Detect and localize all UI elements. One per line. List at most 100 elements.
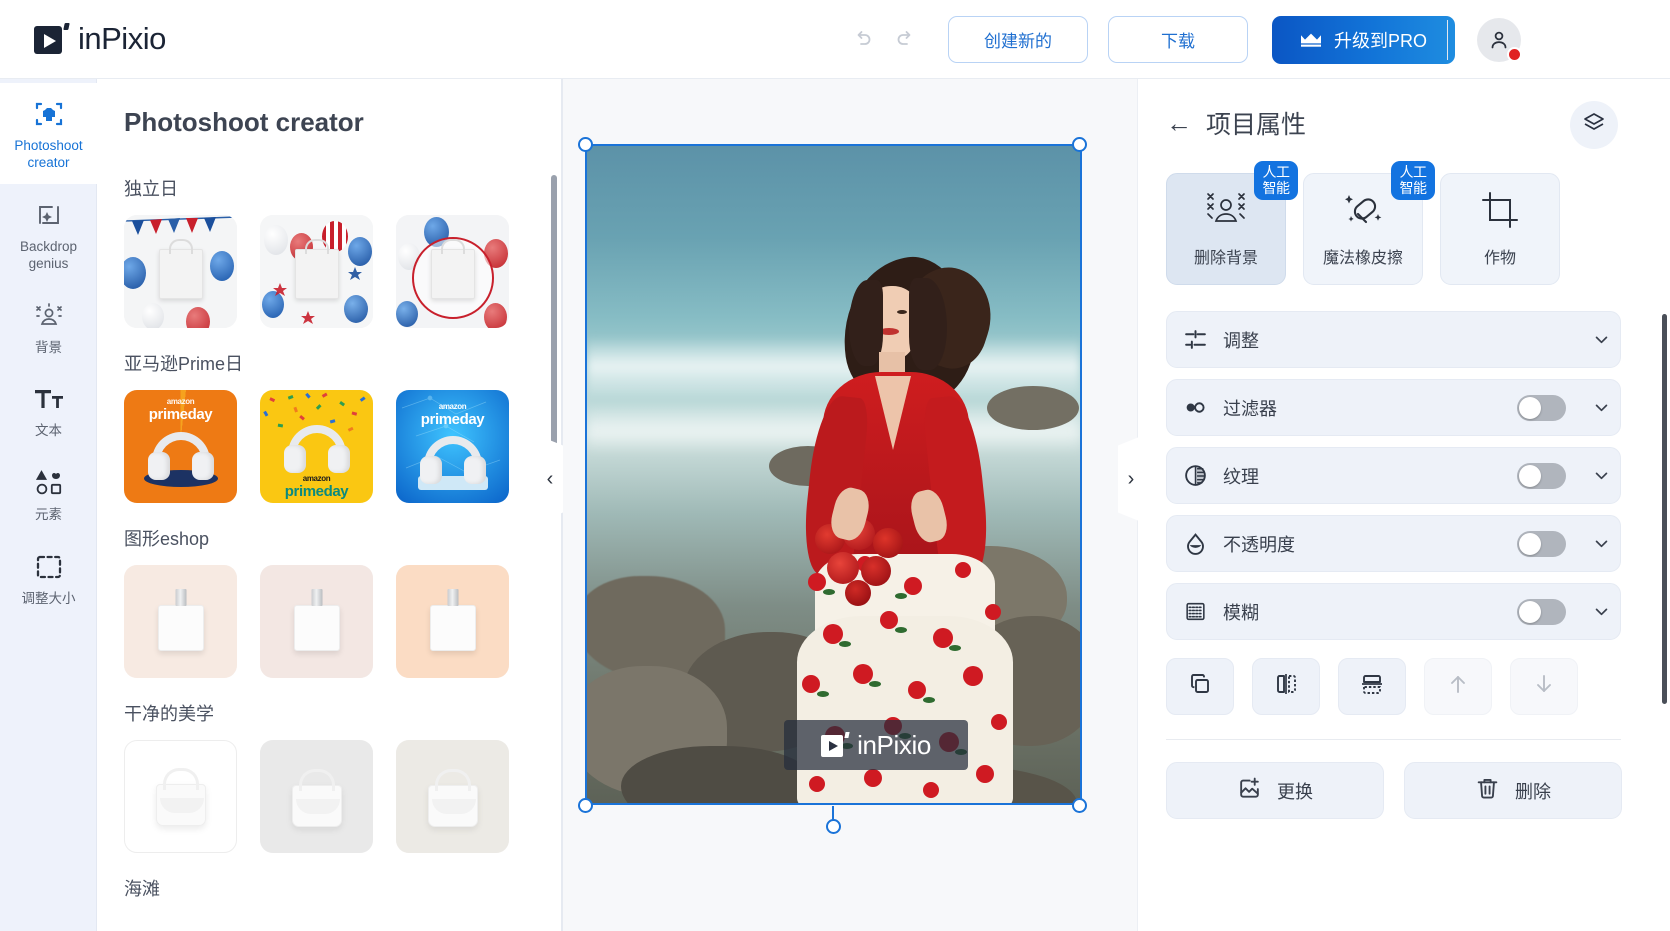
sidebar-item-text[interactable]: 文本 [0,368,97,452]
selection-handle-bottom-right[interactable] [1072,798,1087,813]
undo-icon[interactable] [840,18,884,62]
replace-button[interactable]: 更换 [1166,762,1384,819]
property-row-filter[interactable]: 过滤器 [1166,379,1621,436]
sidebar-item-elements[interactable]: 元素 [0,452,97,536]
template-thumbnail[interactable] [396,565,509,678]
artboard[interactable]: inPixio [585,144,1082,805]
elements-icon [4,466,93,500]
template-group-beach: 海滩 [124,875,563,901]
template-scroll-area[interactable]: 独立日 亚马逊Prime日 amazon primeday amazon pri… [97,153,563,931]
primeday-brand: amazon [302,474,331,483]
panel-scrollbar-thumb[interactable] [551,175,557,465]
template-thumbnail[interactable] [260,215,373,328]
remove-background-tool[interactable]: 删除背景 人工 智能 [1166,161,1298,285]
sidebar-label: 调整大小 [21,591,76,607]
ai-badge-line2: 智能 [1399,180,1428,196]
magic-eraser-tool[interactable]: 魔法橡皮擦 人工 智能 [1303,161,1435,285]
ai-badge-line1: 人工 [1399,164,1428,180]
template-thumbnail[interactable] [124,740,237,853]
chevron-down-icon[interactable] [1582,331,1620,348]
template-thumbnail[interactable]: amazon primeday [260,390,373,503]
flip-vertical-button[interactable] [1338,658,1406,715]
property-label: 模糊 [1223,602,1259,623]
download-button[interactable]: 下载 [1108,16,1248,63]
blur-toggle[interactable] [1517,598,1566,625]
group-title: 亚马逊Prime日 [124,354,244,374]
texture-icon [1167,463,1223,488]
primeday-label: primeday [284,483,349,500]
opacity-icon [1167,531,1223,556]
adjust-sliders-icon [1167,327,1223,352]
account-area [1477,18,1522,62]
sidebar-item-background[interactable]: 背景 [0,285,97,369]
header-actions: 创建新的 下载 升级到PRO [840,0,1456,79]
template-thumbnail[interactable] [260,740,373,853]
tool-label: 作物 [1483,250,1516,267]
group-title: 独立日 [124,179,178,199]
selection-handle-top-right[interactable] [1072,137,1087,152]
property-row-blur[interactable]: 模糊 [1166,583,1621,640]
group-title: 海滩 [124,879,160,899]
sidebar-item-backdrop-genius[interactable]: Backdrop genius [0,184,97,285]
redo-icon[interactable] [884,18,928,62]
layers-icon [1582,111,1606,140]
back-arrow-icon[interactable]: ← [1166,110,1192,136]
texture-toggle[interactable] [1517,462,1566,489]
upgrade-to-pro-button[interactable]: 升级到PRO [1272,15,1456,64]
sidebar-label: 背景 [35,339,62,355]
crown-icon [1300,32,1322,48]
move-up-button[interactable] [1424,658,1492,715]
watermark-text: inPixio [857,729,931,760]
selection-handle-bottom-left[interactable] [578,798,593,813]
thumb-row [124,740,563,853]
chevron-down-icon[interactable] [1582,467,1620,484]
delete-button[interactable]: 删除 [1404,762,1622,819]
property-row-texture[interactable]: 纹理 [1166,447,1621,504]
ai-tools-row: 删除背景 人工 智能 魔法橡皮擦 人工 智能 作物 [1166,161,1670,285]
template-thumbnail[interactable] [396,740,509,853]
template-thumbnail[interactable]: amazon primeday [124,390,237,503]
template-thumbnail[interactable]: amazon primeday [396,390,509,503]
object-actions: 更换 删除 [1166,762,1670,819]
property-row-opacity[interactable]: 不透明度 [1166,515,1621,572]
notification-badge [1507,47,1522,62]
chevron-down-icon[interactable] [1582,399,1620,416]
resize-icon [4,550,93,584]
sidebar-item-photoshoot-creator[interactable]: Photoshoot creator [0,83,97,184]
property-row-adjust[interactable]: 调整 [1166,311,1621,368]
chevron-down-icon[interactable] [1582,603,1620,620]
primeday-brand: amazon [438,402,467,411]
crop-tool[interactable]: 作物 [1440,173,1560,285]
properties-scrollbar-thumb[interactable] [1662,314,1667,704]
sidebar-item-resize[interactable]: 调整大小 [0,536,97,620]
sidebar-label: Photoshoot creator [14,138,83,170]
template-thumbnail[interactable] [396,215,509,328]
selection-handle-top-left[interactable] [578,137,593,152]
opacity-toggle[interactable] [1517,530,1566,557]
background-icon [4,299,93,333]
sidebar-label: 元素 [35,507,62,523]
brand-logo[interactable]: inPixio [34,21,166,57]
layers-button[interactable] [1570,101,1618,149]
collapse-right-panel-button[interactable]: › [1118,435,1144,523]
chevron-right-icon: › [1127,467,1135,490]
filter-icon [1167,395,1223,420]
template-thumbnail[interactable] [124,215,237,328]
text-icon [4,382,93,416]
app-header: inPixio 创建新的 下载 升级到PRO [0,0,1670,79]
collapse-left-panel-button[interactable]: ‹ [537,435,563,523]
chevron-down-icon[interactable] [1582,535,1620,552]
move-down-button[interactable] [1510,658,1578,715]
template-thumbnail[interactable] [260,565,373,678]
left-tool-rail: Photoshoot creator Backdrop genius 背景 文本… [0,79,97,931]
template-thumbnail[interactable] [124,565,237,678]
tool-label: 删除背景 [1193,250,1258,267]
flip-vertical-icon [1360,672,1384,701]
duplicate-button[interactable] [1166,658,1234,715]
flip-horizontal-button[interactable] [1252,658,1320,715]
rotation-handle[interactable] [826,819,841,834]
canvas-workspace[interactable]: inPixio [563,79,1137,931]
filter-toggle[interactable] [1517,394,1566,421]
sidebar-label: Backdrop genius [19,238,78,271]
create-new-button[interactable]: 创建新的 [948,16,1088,63]
